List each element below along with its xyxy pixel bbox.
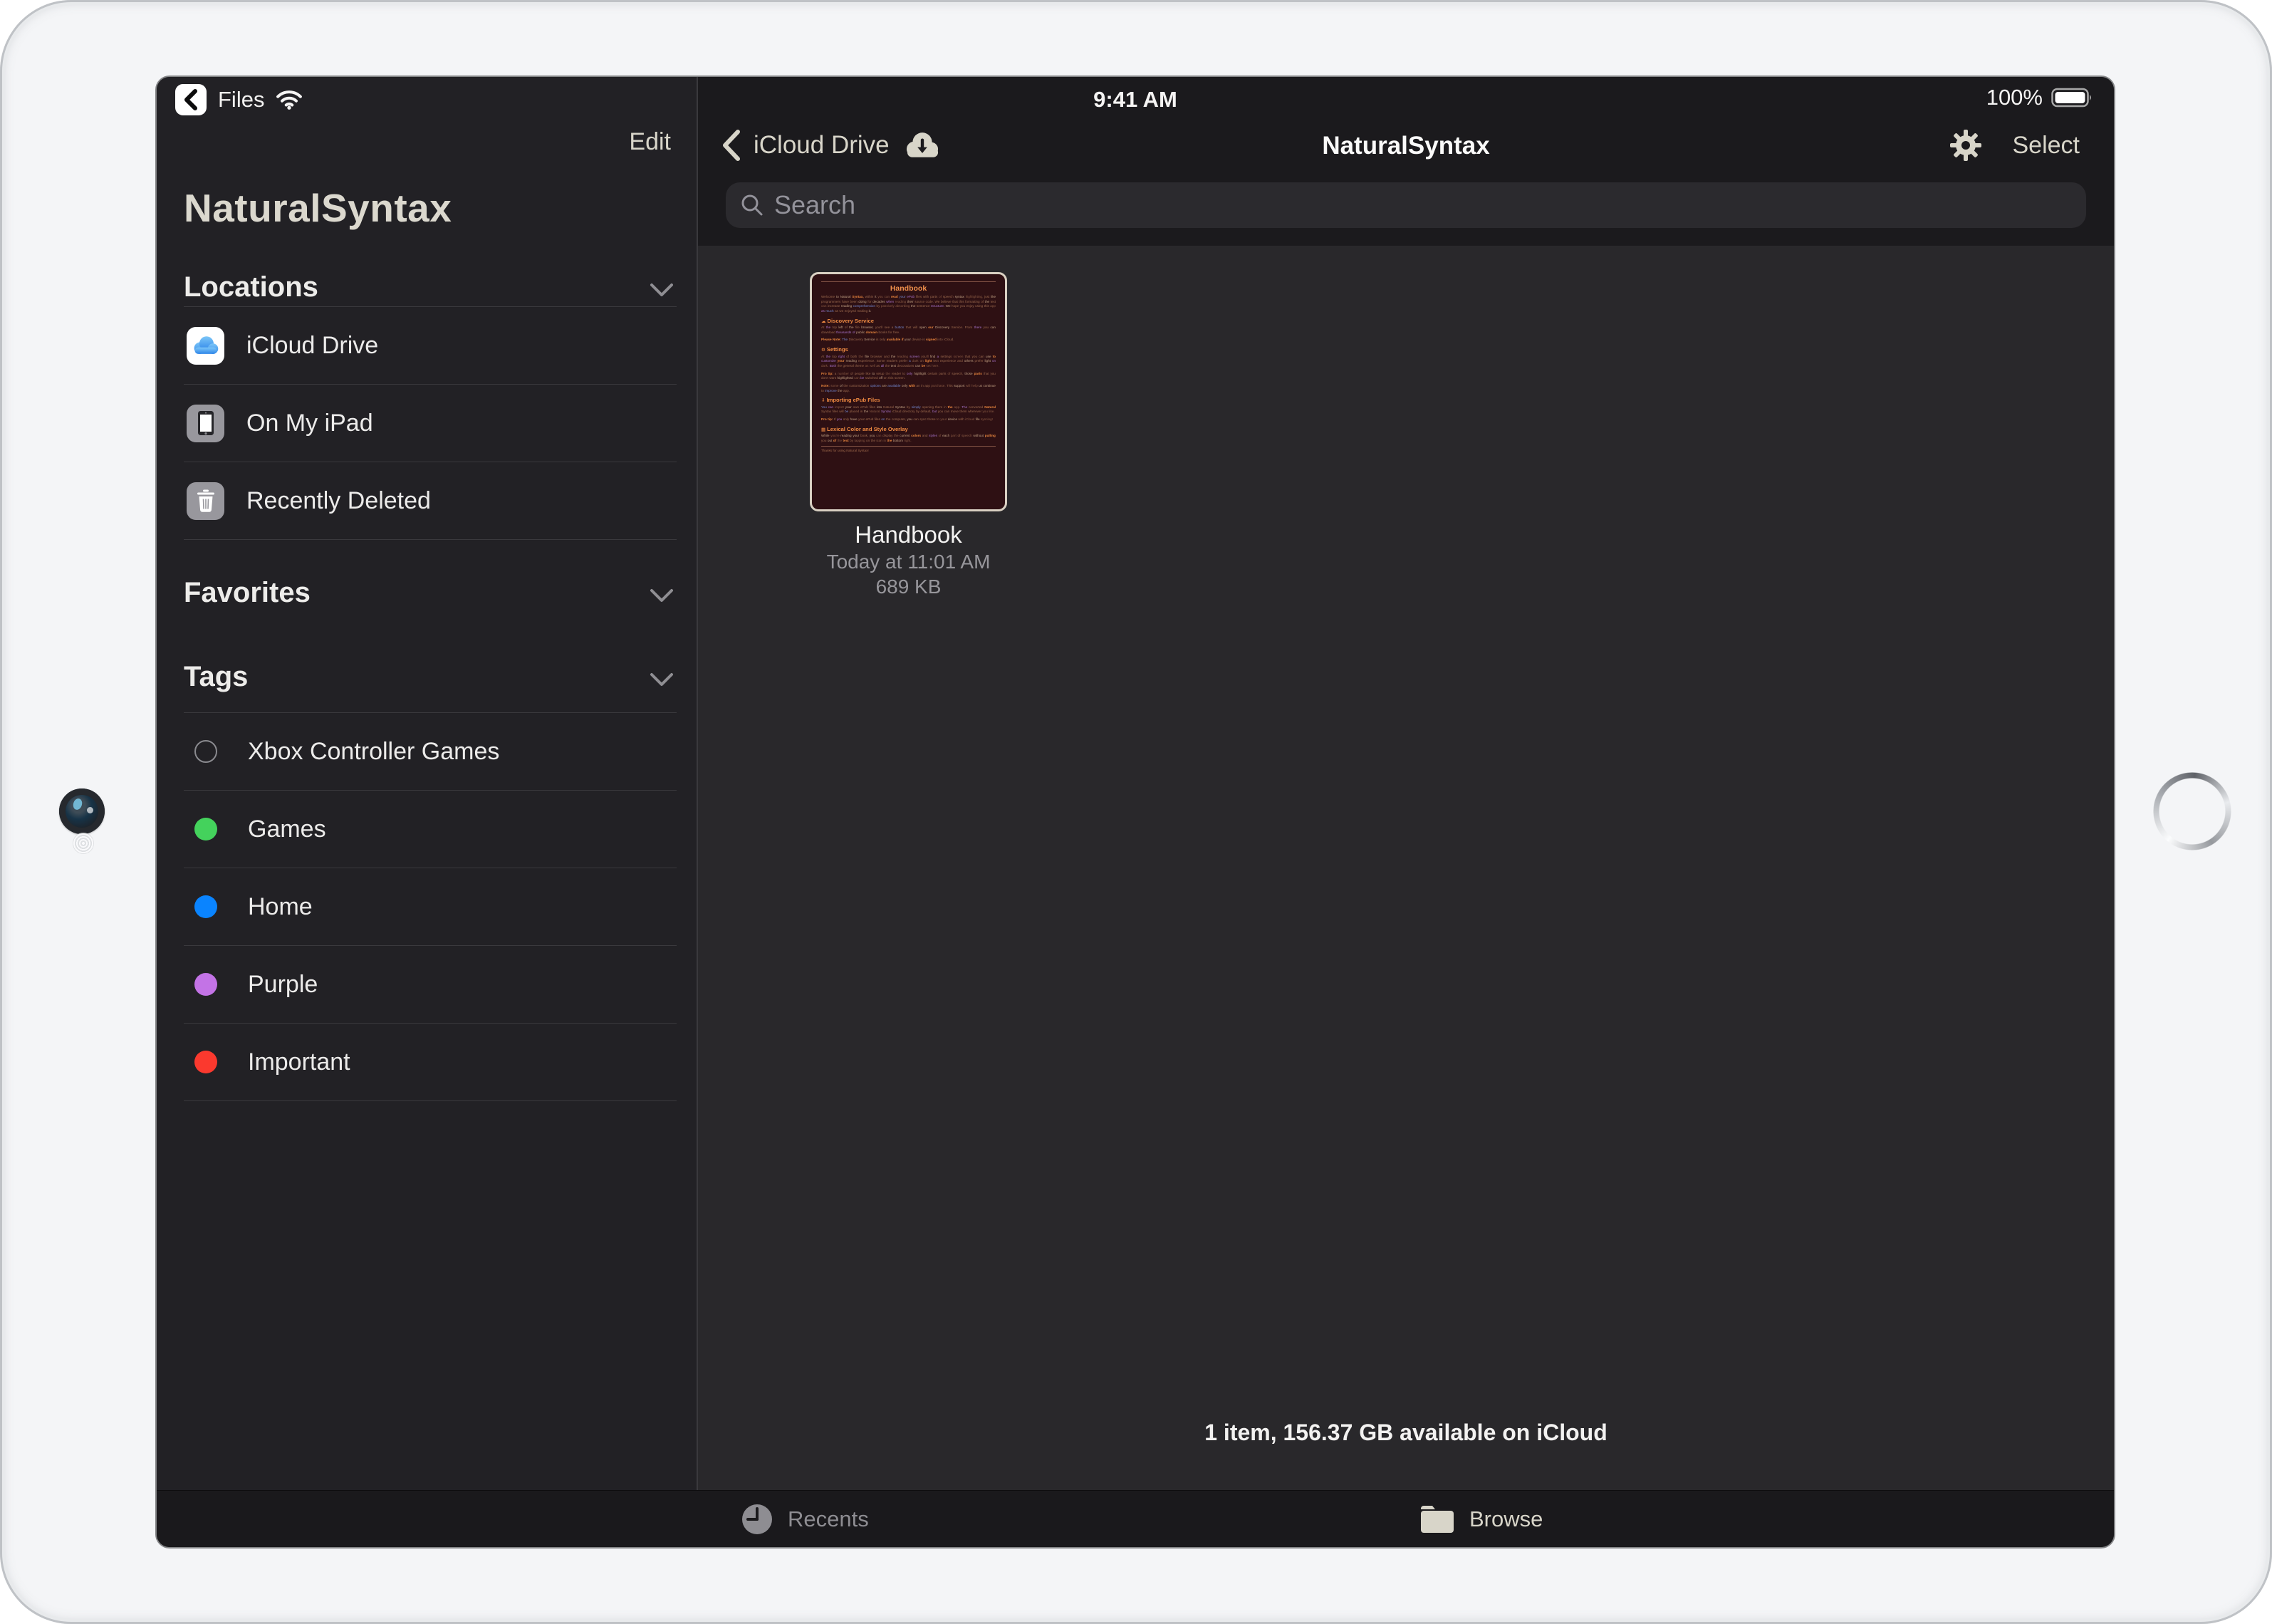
sidebar-item-on-my-ipad[interactable]: On My iPad [184,385,677,462]
battery-percent: 100% [1986,85,2043,110]
tag-circle-icon [194,740,217,763]
tab-label: Recents [788,1506,869,1532]
clock-icon [741,1503,773,1536]
tag-label: Games [248,816,326,843]
ipad-icon [187,405,224,442]
trash-icon [187,482,224,520]
file-name: Handbook [767,521,1050,549]
sidebar-item-label: Recently Deleted [246,487,431,515]
storage-summary: 1 item, 156.37 GB available on iCloud [698,1420,2114,1446]
screen: Files 9:41 AM 100% Edit [157,77,2114,1547]
battery-icon [2051,87,2094,108]
tag-label: Purple [248,971,318,999]
search-icon [740,193,764,217]
file-modified-date: Today at 11:01 AM [767,549,1050,574]
search-input[interactable]: Search [726,182,2086,228]
tab-bar: Recents Browse [157,1490,2114,1547]
tag-circle-icon [194,895,217,918]
section-header-locations[interactable]: Locations [184,271,318,303]
tag-circle-icon [194,1051,217,1073]
front-camera-icon [59,788,105,834]
page-title: NaturalSyntax [698,132,2114,160]
section-header-favorites[interactable]: Favorites [184,577,311,609]
light-sensor-icon [73,833,94,854]
tag-label: Xbox Controller Games [248,738,499,766]
file-caption[interactable]: Handbook Today at 11:01 AM 689 KB [767,521,1050,599]
document-preview: HandbookWelcome to Natural Syntax, withi… [812,274,1005,452]
status-time: 9:41 AM [157,87,2114,113]
home-button[interactable] [2153,772,2231,850]
tag-circle-icon [194,818,217,840]
tag-label: Important [248,1048,350,1076]
sidebar-tag-xbox-controller-games[interactable]: Xbox Controller Games [184,713,677,791]
sidebar-title: NaturalSyntax [184,185,452,231]
tag-label: Home [248,893,313,921]
chevron-down-icon[interactable] [650,672,674,687]
chevron-down-icon[interactable] [650,282,674,298]
icloud-drive-icon [187,327,224,365]
folder-icon [1419,1504,1455,1534]
sidebar-item-label: iCloud Drive [246,332,378,360]
sidebar-item-label: On My iPad [246,410,373,437]
tab-label: Browse [1469,1506,1543,1532]
tag-circle-icon [194,973,217,996]
tab-recents[interactable]: Recents [741,1491,869,1547]
section-header-tags[interactable]: Tags [184,661,248,693]
search-placeholder: Search [774,190,855,220]
edit-button[interactable]: Edit [629,128,671,156]
sidebar-tag-purple[interactable]: Purple [184,946,677,1024]
select-button[interactable]: Select [2013,132,2080,160]
file-browser-area: HandbookWelcome to Natural Syntax, withi… [698,246,2114,1491]
tab-browse[interactable]: Browse [1419,1491,1543,1547]
sidebar-tag-games[interactable]: Games [184,791,677,868]
sidebar-item-icloud-drive[interactable]: iCloud Drive [184,307,677,385]
sidebar-tag-important[interactable]: Important [184,1024,677,1101]
status-bar: Files 9:41 AM 100% [157,77,2114,123]
sidebar-item-recently-deleted[interactable]: Recently Deleted [184,462,677,540]
gear-icon[interactable] [1949,128,1983,162]
ipad-device: Files 9:41 AM 100% Edit [0,0,2272,1624]
sidebar: Edit NaturalSyntax Locations [157,77,697,1491]
sidebar-tag-home[interactable]: Home [184,868,677,946]
chevron-down-icon[interactable] [650,588,674,603]
file-size: 689 KB [767,574,1050,599]
file-thumbnail-handbook[interactable]: HandbookWelcome to Natural Syntax, withi… [810,272,1007,511]
sidebar-divider [697,77,698,1491]
